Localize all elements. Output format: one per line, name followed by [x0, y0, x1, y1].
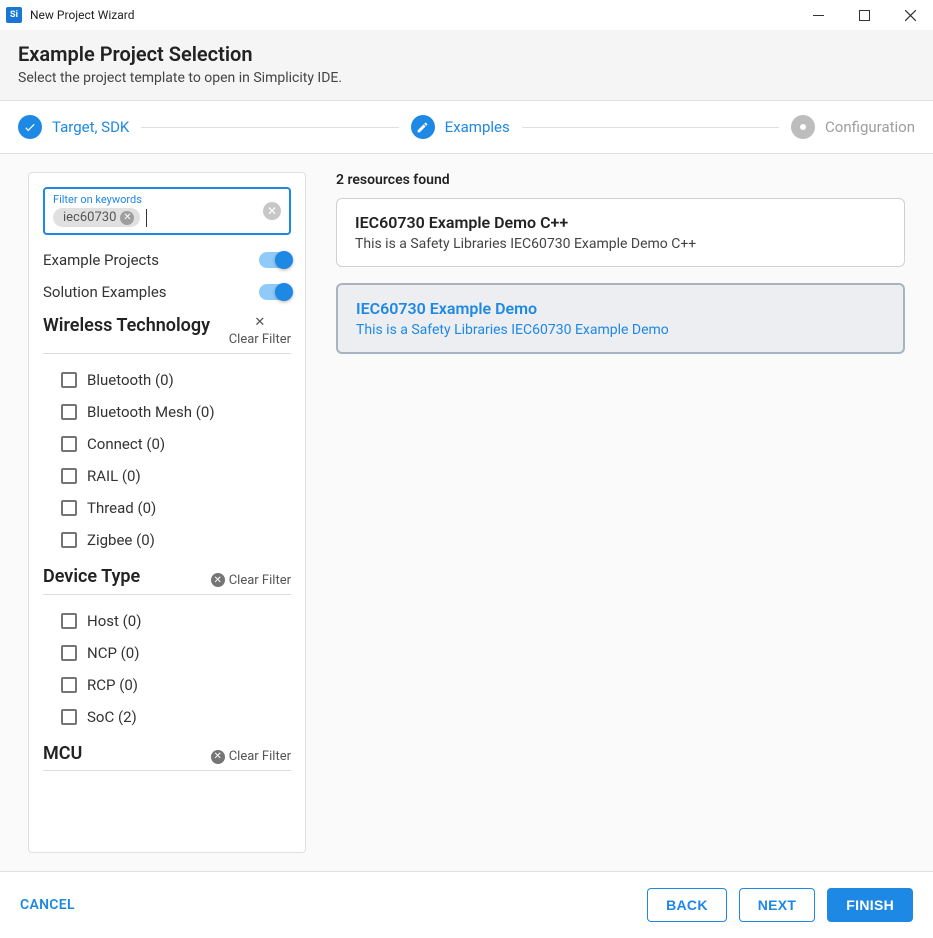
check-icon	[18, 115, 42, 139]
filter-title: MCU	[43, 743, 82, 765]
clear-search-icon[interactable]: ✕	[263, 202, 281, 220]
checkbox-icon	[61, 404, 77, 420]
checkbox-icon	[61, 468, 77, 484]
toggle-example-projects: Example Projects	[43, 251, 291, 269]
checkbox-icon	[61, 677, 77, 693]
step-configuration: Configuration	[791, 115, 915, 139]
filter-title: Device Type	[43, 566, 140, 588]
filter-option[interactable]: Zigbee (0)	[43, 524, 291, 556]
filter-option-label: RCP (0)	[87, 676, 138, 694]
pencil-icon	[411, 115, 435, 139]
stepper: Target, SDK Examples Configuration	[0, 101, 933, 154]
titlebar: Si New Project Wizard	[0, 0, 933, 30]
minimize-button[interactable]	[795, 0, 841, 30]
finish-button[interactable]: FINISH	[827, 888, 913, 922]
result-card-selected[interactable]: IEC60730 Example Demo This is a Safety L…	[336, 283, 905, 354]
clear-filter-label: Clear Filter	[229, 749, 291, 764]
page-subtitle: Select the project template to open in S…	[18, 70, 915, 86]
results-count: 2 resources found	[336, 172, 905, 188]
filter-option-label: SoC (2)	[87, 708, 137, 726]
search-label: Filter on keywords	[53, 193, 281, 206]
step-divider	[141, 127, 398, 128]
clear-filter-button[interactable]: ✕ Clear Filter	[211, 573, 291, 588]
result-card[interactable]: IEC60730 Example Demo C++ This is a Safe…	[336, 198, 905, 267]
result-title: IEC60730 Example Demo C++	[355, 213, 886, 232]
page-header: Example Project Selection Select the pro…	[0, 30, 933, 101]
step-divider	[522, 127, 779, 128]
filter-option[interactable]: RCP (0)	[43, 669, 291, 701]
filter-option-label: Host (0)	[87, 612, 141, 630]
checkbox-icon	[61, 645, 77, 661]
wizard-footer: CANCEL BACK NEXT FINISH	[0, 871, 933, 938]
filter-option[interactable]: Host (0)	[43, 605, 291, 637]
window-title: New Project Wizard	[30, 8, 134, 22]
dot-icon	[791, 115, 815, 139]
filter-option-label: Zigbee (0)	[87, 531, 155, 549]
clear-filter-label: Clear Filter	[229, 573, 291, 588]
filter-option[interactable]: RAIL (0)	[43, 460, 291, 492]
filter-option-label: Thread (0)	[87, 499, 156, 517]
toggle-label: Solution Examples	[43, 283, 167, 301]
back-button[interactable]: BACK	[647, 888, 727, 922]
filter-option-label: NCP (0)	[87, 644, 139, 662]
checkbox-icon	[61, 709, 77, 725]
chip-text: iec60730	[63, 210, 116, 225]
filter-title: Wireless Technology	[43, 315, 210, 337]
results-panel: 2 resources found IEC60730 Example Demo …	[336, 172, 905, 853]
clear-filter-button[interactable]: ✕ Clear Filter	[211, 749, 291, 764]
toggle-switch[interactable]	[259, 284, 291, 300]
clear-icon: ✕	[211, 573, 225, 587]
toggle-switch[interactable]	[259, 252, 291, 268]
filter-option-label: Connect (0)	[87, 435, 165, 453]
clear-filter-label: Clear Filter	[229, 332, 291, 347]
checkbox-icon	[61, 500, 77, 516]
filter-sidebar: Filter on keywords iec60730 ✕ ✕ Example …	[28, 172, 306, 853]
filter-chip[interactable]: iec60730 ✕	[53, 208, 140, 227]
filter-option[interactable]: Bluetooth (0)	[43, 364, 291, 396]
result-description: This is a Safety Libraries IEC60730 Exam…	[356, 322, 885, 338]
filter-option[interactable]: NCP (0)	[43, 637, 291, 669]
text-cursor	[146, 209, 147, 227]
filter-option[interactable]: Connect (0)	[43, 428, 291, 460]
filter-option-label: RAIL (0)	[87, 467, 141, 485]
content-area: Filter on keywords iec60730 ✕ ✕ Example …	[0, 154, 933, 871]
step-target-sdk[interactable]: Target, SDK	[18, 115, 129, 139]
filter-option-label: Bluetooth (0)	[87, 371, 174, 389]
filter-option-label: Bluetooth Mesh (0)	[87, 403, 215, 421]
maximize-button[interactable]	[841, 0, 887, 30]
checkbox-icon	[61, 532, 77, 548]
clear-icon: ✕	[211, 750, 225, 764]
toggle-solution-examples: Solution Examples	[43, 283, 291, 301]
step-examples[interactable]: Examples	[411, 115, 510, 139]
clear-icon: ✕	[254, 315, 265, 330]
filter-section-mcu: MCU ✕ Clear Filter	[43, 743, 291, 772]
filter-option[interactable]: SoC (2)	[43, 701, 291, 733]
step-label: Target, SDK	[52, 118, 129, 136]
result-title: IEC60730 Example Demo	[356, 299, 885, 318]
close-button[interactable]	[887, 0, 933, 30]
toggle-label: Example Projects	[43, 251, 159, 269]
checkbox-icon	[61, 436, 77, 452]
result-description: This is a Safety Libraries IEC60730 Exam…	[355, 236, 886, 252]
keyword-filter-input[interactable]: Filter on keywords iec60730 ✕ ✕	[43, 187, 291, 235]
filter-section-wireless: Wireless Technology ✕ Clear Filter Bluet…	[43, 315, 291, 556]
checkbox-icon	[61, 613, 77, 629]
clear-filter-button[interactable]: ✕ Clear Filter	[229, 315, 291, 347]
step-label: Configuration	[825, 118, 915, 136]
chip-remove-icon[interactable]: ✕	[120, 211, 134, 225]
cancel-button[interactable]: CANCEL	[20, 897, 75, 913]
filter-option[interactable]: Bluetooth Mesh (0)	[43, 396, 291, 428]
next-button[interactable]: NEXT	[739, 888, 816, 922]
filter-option[interactable]: Thread (0)	[43, 492, 291, 524]
app-icon: Si	[6, 7, 22, 23]
page-title: Example Project Selection	[18, 42, 915, 66]
filter-section-device: Device Type ✕ Clear Filter Host (0) NCP …	[43, 566, 291, 733]
step-label: Examples	[445, 118, 510, 136]
checkbox-icon	[61, 372, 77, 388]
